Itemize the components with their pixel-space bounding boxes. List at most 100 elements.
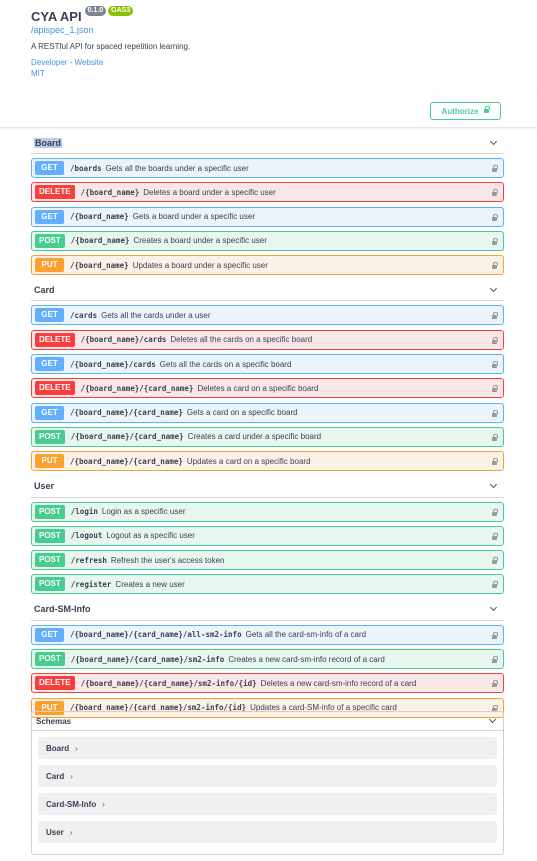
api-description: A RESTful API for spaced repetition lear… <box>31 42 191 51</box>
operation-row[interactable]: DELETE /{board_name} Deletes a board under… <box>31 182 504 203</box>
operation-row[interactable]: POST/logout Logout as a specific user <box>31 525 504 546</box>
operation-row[interactable]: POST/refresh Refresh the user's access to… <box>31 550 504 571</box>
lock-icon[interactable] <box>492 656 498 664</box>
chevron-right-icon[interactable]: › <box>75 744 78 753</box>
schemas-header[interactable]: Schemas <box>32 712 503 731</box>
lock-icon[interactable] <box>492 532 498 540</box>
operation-summary: Gets all the cards under a user <box>101 310 211 320</box>
operation-row[interactable]: GET /{board_name}/{card_name}/all-sm2-inf… <box>31 624 504 645</box>
lock-icon[interactable] <box>492 336 498 344</box>
operation-summary: Logout as a specific user <box>106 531 195 541</box>
operation-row[interactable]: PUT /{board_name} Updates a board under a … <box>31 255 504 276</box>
operation-summary: Deletes a board under a specific user <box>143 187 276 197</box>
chevron-right-icon[interactable]: › <box>102 800 105 809</box>
method-badge: GET <box>35 405 64 420</box>
operation-summary: Gets all the card-sm-info of a card <box>245 630 367 640</box>
operation-path: /login <box>70 507 98 517</box>
lock-icon[interactable] <box>492 312 498 320</box>
tag-header-user[interactable]: User <box>31 476 504 498</box>
operation-path: /{board_name}/{card_name}/sm2-info <box>70 654 225 664</box>
operation-row[interactable]: POST/register Creates a new user <box>31 574 504 595</box>
operation-path: /cards <box>70 310 98 320</box>
developer-link[interactable]: Developer - Website <box>31 57 537 68</box>
method-badge: POST <box>35 553 65 568</box>
api-info: CYA API 0.1.0 OAS3 /apispec_1.json A RES… <box>0 0 537 94</box>
lock-icon[interactable] <box>492 631 498 639</box>
method-badge: GET <box>35 357 64 372</box>
model-name: Board <box>46 743 70 753</box>
method-badge: GET <box>35 308 64 323</box>
method-badge: POST <box>35 429 65 444</box>
operation-summary: Login as a specific user <box>101 507 186 517</box>
lock-icon[interactable] <box>492 237 498 245</box>
lock-icon[interactable] <box>492 385 498 393</box>
operation-summary: Updates a card on a specific board <box>186 456 311 466</box>
operation-row[interactable]: GET/cards Gets all the cards under a user <box>31 305 504 326</box>
operation-row[interactable]: GET /{board_name}/{card_name} Gets a card … <box>31 402 504 423</box>
operation-path: /{board_name} <box>70 212 129 222</box>
operation-row[interactable]: POST /{board_name} Creates a board under a… <box>31 230 504 251</box>
operation-row[interactable]: POST /{board_name}/{card_name}/sm2-info Cr… <box>31 649 504 670</box>
schema-model[interactable]: Card › <box>38 765 497 787</box>
chevron-right-icon[interactable]: › <box>70 828 73 837</box>
tag-header-card-sm-info[interactable]: Card-SM-Info <box>31 599 504 621</box>
operation-path: /{board_name}/cards <box>80 335 167 345</box>
chevron-down-icon[interactable] <box>489 137 498 145</box>
method-badge: GET <box>35 627 64 642</box>
operation-path: /logout <box>70 531 103 541</box>
chevron-down-icon[interactable] <box>489 284 498 293</box>
schema-model[interactable]: User › <box>38 821 497 843</box>
lock-icon[interactable] <box>492 458 498 466</box>
oas-badge: OAS3 <box>108 6 134 16</box>
operation-row[interactable]: DELETE /{board_name}/{card_name} Deletes a… <box>31 378 504 399</box>
lock-icon[interactable] <box>492 361 498 369</box>
operation-path: /{board_name} <box>80 187 140 197</box>
lock-icon[interactable] <box>492 433 498 441</box>
chevron-down-icon[interactable] <box>489 604 498 612</box>
chevron-down-icon[interactable] <box>489 481 498 489</box>
operation-path: /{board_name}/{card_name} <box>80 383 194 393</box>
lock-icon[interactable] <box>492 262 498 270</box>
license-link[interactable]: MIT <box>31 68 537 79</box>
tag-operations: GET/cards Gets all the cards under a user… <box>31 301 504 472</box>
lock-icon[interactable] <box>492 557 498 565</box>
chevron-right-icon[interactable]: › <box>70 772 73 781</box>
operation-summary: Creates a new user <box>115 579 185 589</box>
lock-icon[interactable] <box>492 189 498 197</box>
tag-operations: POST/login Login as a specific user POST/l… <box>31 498 504 595</box>
operation-path: /boards <box>70 163 102 173</box>
operation-summary: Deletes all the cards on a specific boar… <box>170 335 313 345</box>
lock-icon <box>484 106 491 114</box>
operation-row[interactable]: PUT /{board_name}/{card_name} Updates a ca… <box>31 451 504 472</box>
tag-header-board[interactable]: Board <box>31 132 504 154</box>
schemas-section: Schemas Board › Card › Card-SM-Info › User › <box>31 711 504 855</box>
authorize-button[interactable]: Authorize <box>430 102 501 120</box>
operation-row[interactable]: GET /{board_name}/cards Gets all the cards… <box>31 354 504 375</box>
lock-icon[interactable] <box>492 409 498 417</box>
lock-icon[interactable] <box>492 213 498 221</box>
lock-icon[interactable] <box>492 680 498 688</box>
tag-header-card[interactable]: Card <box>31 279 504 302</box>
model-name: Card-SM-Info <box>46 799 97 809</box>
operation-row[interactable]: DELETE /{board_name}/{card_name}/sm2-info… <box>31 673 504 694</box>
operation-row[interactable]: GET/boards Gets all the boards under a sp… <box>31 158 504 178</box>
operation-row[interactable]: GET /{board_name} Gets a board under a spe… <box>31 206 504 227</box>
schemas-title: Schemas <box>36 716 72 726</box>
operation-summary: Deletes a card on a specific board <box>197 383 319 393</box>
tag-name: User <box>34 481 55 492</box>
operation-row[interactable]: DELETE /{board_name}/cards Deletes all the… <box>31 329 504 350</box>
spec-url-link[interactable]: /apispec_1.json <box>31 25 537 36</box>
lock-icon[interactable] <box>492 165 498 172</box>
method-badge: GET <box>35 161 64 175</box>
operation-summary: Creates a new card-sm-info record of a c… <box>228 654 385 664</box>
tag-operations: GET /{board_name}/{card_name}/all-sm2-inf… <box>31 621 504 718</box>
method-badge: POST <box>35 652 65 667</box>
operation-summary: Gets a card on a specific board <box>186 408 298 418</box>
schema-model[interactable]: Card-SM-Info › <box>38 793 497 815</box>
operation-row[interactable]: POST/login Login as a specific user <box>31 501 504 522</box>
lock-icon[interactable] <box>492 508 498 516</box>
operation-row[interactable]: POST /{board_name}/{card_name} Creates a c… <box>31 426 504 447</box>
method-badge: GET <box>35 209 64 224</box>
lock-icon[interactable] <box>492 581 498 589</box>
schema-model[interactable]: Board › <box>38 737 497 759</box>
